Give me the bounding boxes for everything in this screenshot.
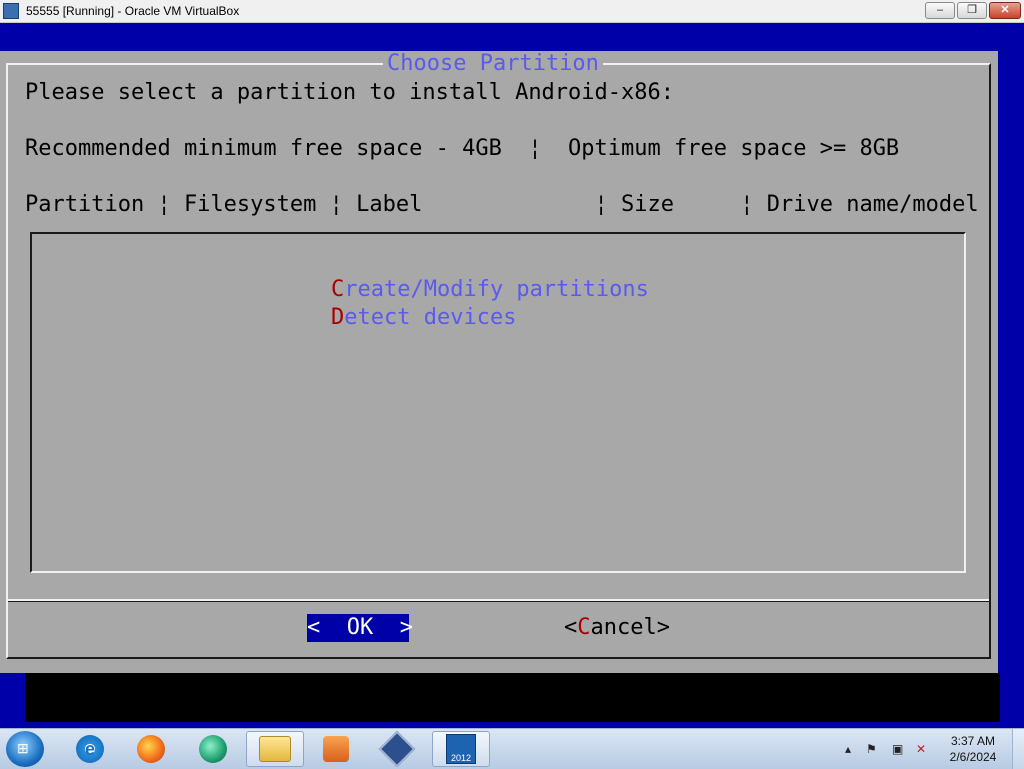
virtualbox-app-icon [3, 3, 19, 19]
button-separator-shadow [8, 601, 989, 602]
taskbar-firefox[interactable] [128, 731, 174, 767]
virtualbox-icon [378, 730, 416, 768]
system-clock[interactable]: 3:37 AM 2/6/2024 [938, 733, 1008, 765]
dialog-shadow [25, 673, 1000, 722]
minimize-button[interactable]: – [925, 2, 955, 19]
vm-screen[interactable]: Choose Partition Please select a partiti… [0, 23, 1024, 728]
show-desktop-button[interactable] [1012, 729, 1024, 769]
hotkey-letter: C [331, 277, 345, 302]
file-explorer-icon [259, 736, 291, 762]
chat-bubble-icon [199, 735, 227, 763]
firefox-icon [137, 735, 165, 763]
taskbar-media-player[interactable] [313, 731, 359, 767]
volume-muted-icon[interactable]: ✕ [916, 729, 926, 769]
install-prompt: Please select a partition to install And… [25, 80, 675, 105]
ok-button[interactable]: < OK > [307, 614, 413, 642]
taskbar-windows-2012-vm[interactable]: 2012 [432, 731, 490, 767]
show-hidden-icons-button[interactable]: ▴ [845, 729, 851, 769]
taskbar-virtualbox[interactable] [374, 730, 420, 768]
action-center-flag-icon[interactable]: ⚑ [866, 729, 877, 769]
space-requirements: Recommended minimum free space - 4GB ¦ O… [25, 136, 900, 161]
cancel-label: ancel [590, 615, 657, 640]
close-button[interactable]: ✕ [989, 2, 1021, 19]
taskbar-chat-app[interactable] [190, 731, 236, 767]
bracket-open: < [564, 615, 578, 640]
taskbar: ⊞ e 2012 ▴ ⚑ ▣ ✕ 3:37 AM 2/6/2024 [0, 728, 1024, 769]
menu-item-label: etect devices [344, 305, 517, 330]
dialog-title: Choose Partition [383, 51, 603, 76]
taskbar-internet-explorer[interactable]: e [67, 731, 113, 767]
window-title: 55555 [Running] - Oracle VM VirtualBox [26, 4, 240, 18]
bracket-close: > [656, 615, 670, 640]
window-title-bar[interactable]: 55555 [Running] - Oracle VM VirtualBox –… [0, 0, 1024, 23]
partition-column-headers: Partition ¦ Filesystem ¦ Label ¦ Size ¦ … [25, 192, 979, 217]
media-player-icon [323, 736, 349, 762]
taskbar-file-explorer[interactable] [246, 731, 304, 767]
internet-explorer-icon: e [76, 735, 104, 763]
start-button[interactable]: ⊞ [6, 731, 44, 767]
clock-date: 2/6/2024 [949, 750, 997, 764]
maximize-button[interactable]: ❐ [957, 2, 987, 19]
choose-partition-dialog: Choose Partition Please select a partiti… [0, 51, 998, 673]
hotkey-letter: C [577, 615, 591, 640]
hotkey-letter: D [331, 305, 345, 330]
clock-time: 3:37 AM [950, 734, 996, 748]
menu-item-detect-devices[interactable]: Detect devices [331, 305, 516, 330]
windows-2012-icon: 2012 [446, 734, 476, 764]
menu-item-create-modify-partitions[interactable]: Create/Modify partitions [331, 277, 649, 302]
menu-item-label: reate/Modify partitions [344, 277, 649, 302]
windows-logo-icon: ⊞ [17, 740, 29, 756]
cancel-button[interactable]: <Cancel> [564, 614, 670, 642]
network-icon[interactable]: ▣ [892, 729, 903, 769]
